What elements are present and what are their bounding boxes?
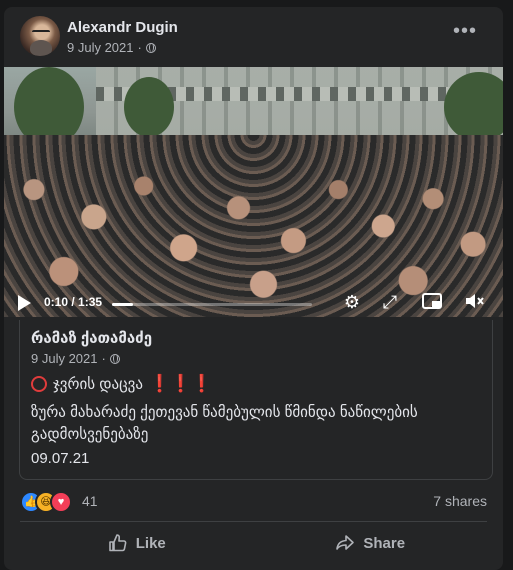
- share-label: Share: [363, 534, 406, 552]
- shared-post-date[interactable]: 9 July 2021: [31, 351, 98, 366]
- video-controls: 0:10 / 1:35 ⚙ ⤢: [4, 289, 503, 317]
- mute-icon[interactable]: [464, 292, 484, 312]
- shared-post-author[interactable]: რამაზ ქათამაძე: [31, 329, 152, 347]
- share-button[interactable]: Share: [254, 525, 488, 561]
- shared-post-meta: 9 July 2021 ·: [31, 351, 120, 366]
- video-progress-bar[interactable]: [112, 303, 312, 306]
- globe-icon: [109, 353, 120, 364]
- post-date[interactable]: 9 July 2021: [67, 40, 134, 55]
- more-options-icon[interactable]: •••: [453, 21, 477, 41]
- picture-in-picture-icon[interactable]: [422, 292, 442, 312]
- red-circle-icon: [31, 376, 47, 392]
- globe-icon: [145, 42, 156, 53]
- reaction-icons[interactable]: 👍 😆 ♥: [20, 491, 80, 513]
- post-header: Alexandr Dugin 9 July 2021 · •••: [20, 16, 487, 60]
- reaction-count[interactable]: 41: [82, 493, 98, 509]
- post-meta: 9 July 2021 ·: [67, 40, 156, 55]
- shared-post[interactable]: რამაზ ქათამაძე 9 July 2021 · ჯვრის დაცვა…: [19, 320, 493, 480]
- video-progress-fill: [112, 303, 133, 306]
- video-player[interactable]: 0:10 / 1:35 ⚙ ⤢: [4, 67, 503, 317]
- post-author-name[interactable]: Alexandr Dugin: [67, 19, 178, 36]
- author-avatar[interactable]: [20, 16, 60, 56]
- fullscreen-icon[interactable]: ⤢: [380, 292, 400, 312]
- play-icon[interactable]: [18, 295, 31, 311]
- shared-post-date-line: 09.07.21: [31, 450, 90, 467]
- post-actions: Like Share: [20, 525, 487, 561]
- shared-post-body: ზურა მახარაძე ქეთევან წამებულის წმინდა ნ…: [31, 404, 418, 443]
- video-time: 0:10 / 1:35: [44, 295, 103, 309]
- exclamation-marks: ❗❗❗: [148, 374, 213, 393]
- settings-gear-icon[interactable]: ⚙: [342, 292, 362, 312]
- divider: [20, 521, 487, 522]
- reactions-bar: 👍 😆 ♥ 41 7 shares: [20, 489, 487, 513]
- love-reaction-icon: ♥: [50, 491, 72, 513]
- share-arrow-icon: [336, 535, 355, 550]
- like-button[interactable]: Like: [20, 525, 254, 561]
- like-label: Like: [135, 534, 166, 552]
- thumbs-up-icon: [108, 534, 127, 552]
- post-card: Alexandr Dugin 9 July 2021 · ••• 0:10 / …: [4, 7, 503, 570]
- shared-post-headline: ჯვრის დაცვა ❗❗❗: [31, 374, 213, 394]
- share-count[interactable]: 7 shares: [433, 493, 487, 509]
